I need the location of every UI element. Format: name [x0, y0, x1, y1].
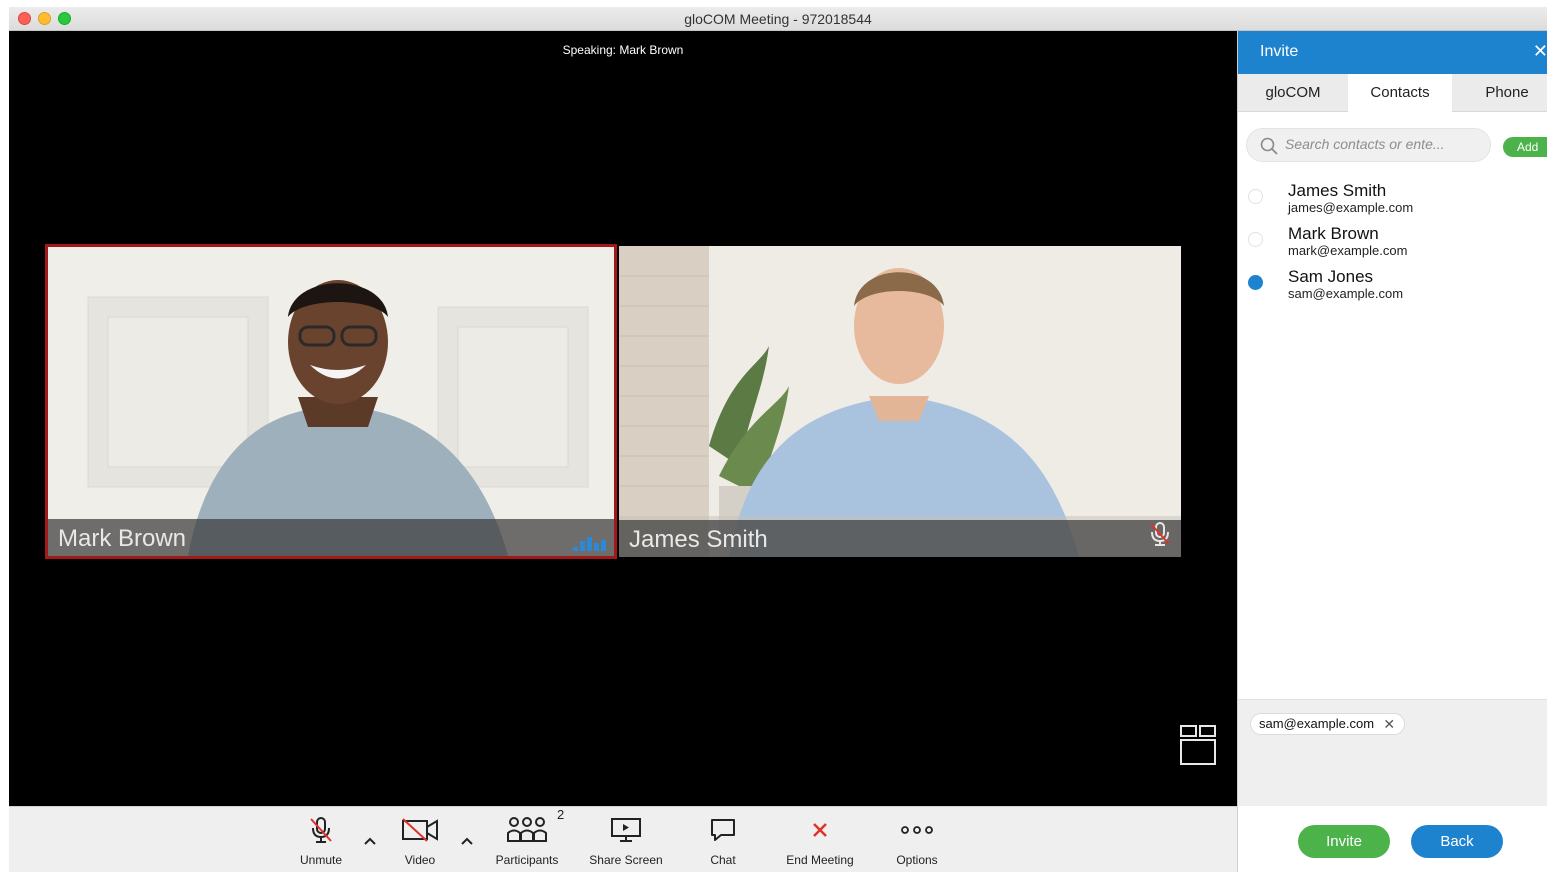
contact-email: mark@example.com [1288, 243, 1408, 258]
participants-button[interactable]: Participants [482, 815, 572, 867]
contact-select-radio[interactable] [1248, 275, 1263, 290]
add-button[interactable]: Add [1503, 137, 1547, 157]
chat-button[interactable]: Chat [678, 815, 768, 867]
end-meeting-button[interactable]: End Meeting [775, 815, 865, 867]
audio-level-icon [573, 537, 606, 551]
back-button[interactable]: Back [1411, 825, 1503, 858]
participants-count: 2 [557, 807, 565, 822]
video-button[interactable]: Video [375, 815, 465, 867]
contact-item-sam-jones[interactable]: Sam Jones sam@example.com [1238, 267, 1547, 309]
window-title: gloCOM Meeting - 972018544 [684, 11, 872, 27]
options-button[interactable]: Options [872, 815, 962, 867]
speaking-indicator: Speaking: Mark Brown [562, 43, 684, 57]
muted-microphone-icon [310, 817, 332, 843]
invitee-chip-label: sam@example.com [1259, 716, 1375, 731]
tab-phone[interactable]: Phone [1452, 74, 1547, 112]
contact-item-james-smith[interactable]: James Smith james@example.com [1238, 181, 1547, 223]
unmute-label: Unmute [299, 853, 343, 867]
contact-name: James Smith [1288, 181, 1387, 200]
contact-item-mark-brown[interactable]: Mark Brown mark@example.com [1238, 224, 1547, 266]
contact-name: Mark Brown [1288, 224, 1379, 243]
more-options-icon [901, 826, 933, 834]
contact-select-radio[interactable] [1248, 189, 1263, 204]
end-meeting-label: End Meeting [786, 853, 854, 867]
title-bar: gloCOM Meeting - 972018544 [9, 7, 1547, 31]
contact-name: Sam Jones [1288, 267, 1374, 286]
participants-label: Participants [495, 853, 559, 867]
end-meeting-close-icon [813, 823, 827, 837]
tab-contacts[interactable]: Contacts [1348, 74, 1452, 113]
name-bar: James Smith [619, 520, 1181, 557]
contact-email: sam@example.com [1288, 286, 1404, 301]
invite-panel-title: Invite [1260, 43, 1299, 60]
search-input[interactable] [1285, 136, 1485, 152]
tab-glocom[interactable]: gloCOM [1238, 74, 1348, 112]
video-tile-james-smith[interactable]: James Smith [619, 246, 1181, 557]
participant-name: Mark Brown [58, 525, 187, 552]
options-label: Options [896, 853, 938, 867]
video-off-icon [402, 818, 438, 842]
search-box [1246, 128, 1491, 162]
unmute-button[interactable]: Unmute [276, 815, 366, 867]
invite-panel-header: Invite ✕ [1238, 31, 1547, 74]
video-stage: Speaking: Mark Brown Mark Brown James Sm… [9, 31, 1237, 806]
layout-switch-icon[interactable] [1179, 724, 1217, 771]
invitee-chip: sam@example.com ✕ [1250, 713, 1406, 735]
invite-button[interactable]: Invite [1298, 825, 1390, 858]
meeting-toolbar: Unmute Video Participants 2 Share Screen… [9, 806, 1237, 872]
video-label: Video [404, 853, 436, 867]
close-icon[interactable]: ✕ [1533, 41, 1547, 62]
chat-icon [711, 819, 735, 841]
muted-microphone-icon [1149, 521, 1171, 552]
selected-invitees: sam@example.com ✕ [1238, 699, 1547, 806]
contact-select-radio[interactable] [1248, 232, 1263, 247]
participants-icon [507, 817, 547, 842]
share-screen-label: Share Screen [589, 853, 663, 867]
remove-invitee-close-icon[interactable]: ✕ [1383, 714, 1395, 734]
participant-name: James Smith [629, 526, 768, 553]
video-options-chevron-up-icon[interactable] [460, 833, 474, 851]
contact-email: james@example.com [1288, 200, 1414, 215]
search-icon [1260, 137, 1278, 160]
participant-video-james-smith [619, 246, 1181, 557]
chat-label: Chat [710, 853, 736, 867]
meeting-window: gloCOM Meeting - 972018544 Speaking: Mar… [9, 7, 1547, 872]
invite-panel: Invite ✕ gloCOM Contacts Phone Add James… [1237, 31, 1547, 872]
name-bar: Mark Brown [48, 519, 614, 556]
video-tile-mark-brown[interactable]: Mark Brown [45, 244, 617, 559]
invite-panel-footer: Invite Back [1238, 806, 1547, 872]
invite-tabs: gloCOM Contacts Phone [1238, 74, 1547, 113]
share-screen-button[interactable]: Share Screen [581, 815, 671, 867]
share-screen-icon [611, 818, 641, 842]
participant-video-mark-brown [48, 247, 614, 556]
